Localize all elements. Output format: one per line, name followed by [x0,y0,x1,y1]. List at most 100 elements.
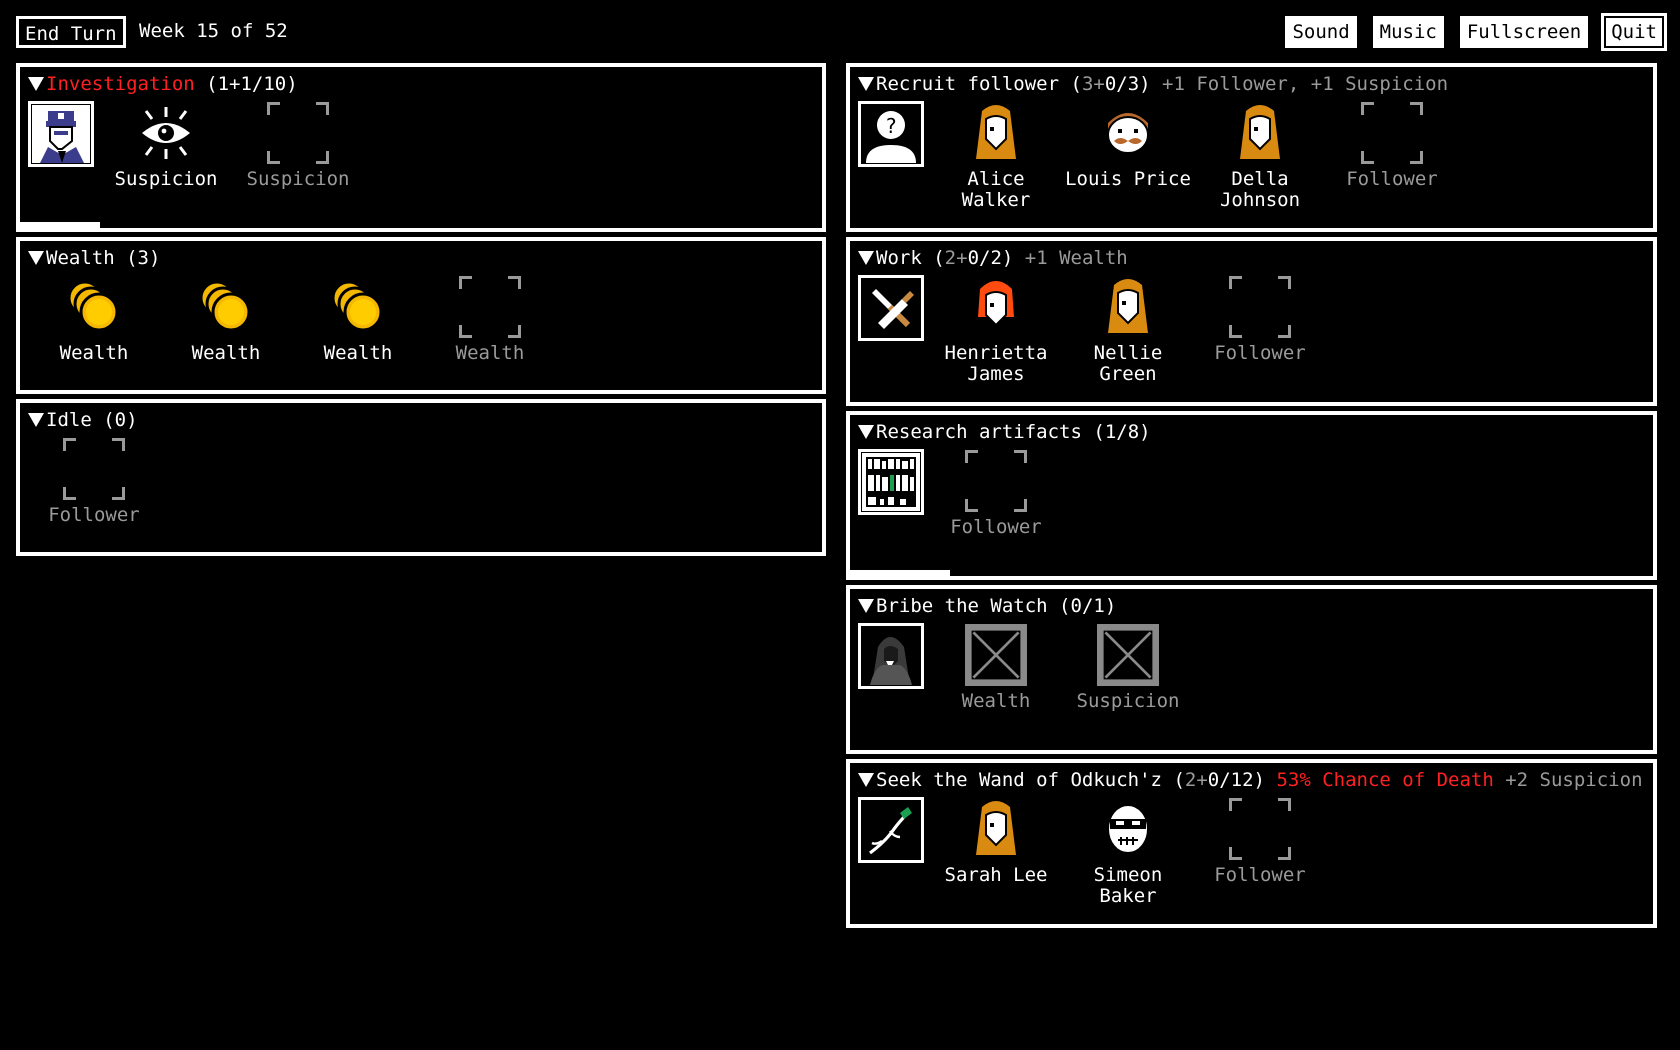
slot-locked-suspicion[interactable]: Suspicion [1062,623,1194,712]
collapse-triangle-icon[interactable] [858,773,874,787]
slot-empty-follower[interactable]: Follower [930,449,1062,538]
policeman-icon [28,101,94,167]
slot-label: Follower [1214,864,1306,886]
hooded-figure-icon [858,623,924,689]
collapse-triangle-icon[interactable] [28,413,44,427]
empty-slot-bracket [965,450,1027,512]
slot-label: Henrietta James [944,342,1048,385]
slot-label: Louis Price [1065,168,1191,190]
investigation-panel: Investigation (1+1/10) Suspicion Suspici… [16,63,826,232]
slot-label: Wealth [455,342,525,364]
seek-the-wand-panel: Seek the Wand of Odkuch'z (2+ 0/12) 53% C… [846,759,1657,928]
slot-label: Follower [48,504,140,526]
slot-follower-henrietta-james[interactable]: Henrietta James [930,275,1062,385]
slot-empty-follower[interactable]: Follower [28,437,160,526]
masked-man-icon [1096,797,1160,861]
slot-label: Wealth [961,690,1031,712]
woman-orange-icon [964,101,1028,165]
slot-label: Simeon Baker [1093,864,1163,907]
unknown-person-icon: ? [858,101,924,167]
eye-icon [134,101,198,165]
slot-wealth[interactable]: Wealth [160,275,292,364]
collapse-triangle-icon[interactable] [858,77,874,91]
sound-button[interactable]: Sound [1285,16,1357,48]
woman-orange-icon [1096,275,1160,339]
panel-title: Recruit follower [876,73,1060,95]
slot-label: Follower [950,516,1042,538]
panel-count: (1+1/10) [206,73,298,95]
slot-label: Suspicion [1076,690,1180,712]
panel-title: Bribe the Watch [876,595,1048,617]
slot-label: Follower [1214,342,1306,364]
work-panel: Work (2+ 0/2) +1 Wealth Henrietta James N… [846,237,1657,406]
slot-follower-simeon-baker[interactable]: Simeon Baker [1062,797,1194,907]
slot-empty-follower[interactable]: Follower [1194,797,1326,907]
coins-icon [62,275,126,339]
panel-title: Seek the Wand of Odkuch'z [876,769,1162,791]
slot-follower-sarah-lee[interactable]: Sarah Lee [930,797,1062,907]
panel-count: (0) [103,409,138,431]
bookshelf-icon [858,449,924,515]
progress-bar [850,570,951,576]
coins-icon [194,275,258,339]
woman-orange-icon [1228,101,1292,165]
effect-text: +1 Wealth [1024,247,1128,269]
panel-title: Idle [46,409,92,431]
wand-icon [858,797,924,863]
slot-follower-della-johnson[interactable]: Della Johnson [1194,101,1326,211]
woman-red-icon [964,275,1028,339]
slot-label: Wealth [323,342,393,364]
slot-empty-follower[interactable]: Follower [1194,275,1326,385]
slot-locked-wealth[interactable]: Wealth [930,623,1062,712]
slot-label: Wealth [59,342,129,364]
wealth-panel: Wealth (3) Wealth Wealth Wealth Wealth [16,237,826,394]
danger-text: 53% Chance of Death [1276,769,1494,791]
quit-button[interactable]: Quit [1601,13,1667,51]
slot-empty-wealth[interactable]: Wealth [424,275,556,364]
x-slot-icon [1097,624,1159,686]
collapse-triangle-icon[interactable] [858,425,874,439]
svg-text:?: ? [885,114,897,138]
slot-follower-louis-price[interactable]: Louis Price [1062,101,1194,211]
slot-follower-alice-walker[interactable]: Alice Walker [930,101,1062,211]
slot-wealth[interactable]: Wealth [28,275,160,364]
slot-label: Suspicion [246,168,350,190]
slot-follower-nellie-green[interactable]: Nellie Green [1062,275,1194,385]
slot-label: Della Johnson [1219,168,1301,211]
slot-empty-suspicion[interactable]: Suspicion [232,101,364,190]
empty-slot-bracket [1361,102,1423,164]
top-right-buttons: Sound Music Fullscreen Quit [1285,13,1667,51]
man-mustache-icon [1096,101,1160,165]
week-counter: Week 15 of 52 [139,20,288,42]
fullscreen-button[interactable]: Fullscreen [1459,16,1589,48]
empty-slot-bracket [63,438,125,500]
empty-slot-bracket [459,276,521,338]
end-turn-button[interactable]: End Turn [16,16,126,48]
collapse-triangle-icon[interactable] [28,251,44,265]
x-slot-icon [965,624,1027,686]
woman-orange-icon [964,797,1028,861]
empty-slot-bracket [1229,276,1291,338]
slot-label: Alice Walker [961,168,1031,211]
slot-suspicion[interactable]: Suspicion [100,101,232,190]
top-bar: End Turn Week 15 of 52 Sound Music Fulls… [0,0,1680,60]
idle-panel: Idle (0) Follower [16,399,826,556]
slot-wealth[interactable]: Wealth [292,275,424,364]
empty-slot-bracket [267,102,329,164]
collapse-triangle-icon[interactable] [28,77,44,91]
collapse-triangle-icon[interactable] [858,599,874,613]
slot-empty-follower[interactable]: Follower [1326,101,1458,211]
slot-label: Follower [1346,168,1438,190]
music-button[interactable]: Music [1372,16,1444,48]
collapse-triangle-icon[interactable] [858,251,874,265]
effect-text: +2 Suspicion [1505,769,1643,791]
slot-label: Nellie Green [1093,342,1163,385]
slot-label: Sarah Lee [944,864,1048,886]
panel-title: Work [876,247,922,269]
recruit-follower-panel: Recruit follower (3+ 0/3) +1 Follower, +1… [846,63,1657,232]
slot-label: Wealth [191,342,261,364]
panel-count: (3) [126,247,161,269]
progress-bar [20,222,101,228]
research-artifacts-panel: Research artifacts (1/8) Follower [846,411,1657,580]
panel-title: Wealth [46,247,115,269]
